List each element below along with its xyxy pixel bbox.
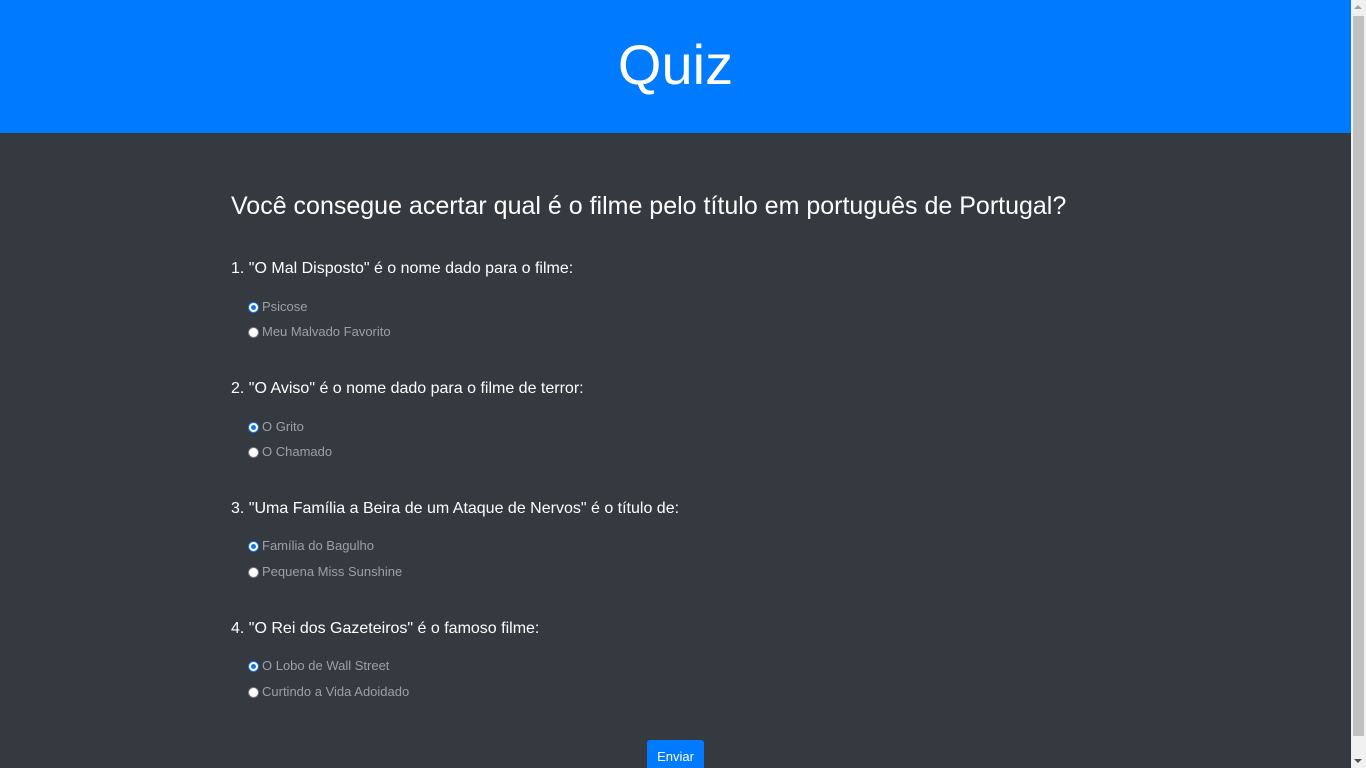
question-1-option-2[interactable]: Meu Malvado Favorito [248, 324, 391, 340]
quiz-page: Quiz Você consegue acertar qual é o film… [0, 0, 1366, 768]
radio-unchecked-icon[interactable] [248, 686, 259, 698]
option-label: Pequena Miss Sunshine [262, 564, 403, 579]
question-1: 1. "O Mal Disposto" é o nome dado para o… [231, 259, 1131, 339]
page-title: Quiz [617, 33, 734, 96]
radio-checked-icon[interactable] [248, 540, 259, 552]
option-label: Meu Malvado Favorito [262, 324, 391, 339]
question-2-option-1[interactable]: O Grito [248, 419, 304, 435]
question-2-text: 2. "O Aviso" é o nome dado para o filme … [231, 380, 584, 397]
question-1-option-1[interactable]: Psicose [248, 299, 308, 315]
question-4-option-2[interactable]: Curtindo a Vida Adoidado [248, 684, 409, 700]
question-3-text: 3. "Uma Família a Beira de um Ataque de … [231, 500, 680, 517]
question-1-text: 1. "O Mal Disposto" é o nome dado para o… [231, 260, 574, 277]
option-label: Psicose [262, 299, 308, 314]
radio-unchecked-icon[interactable] [248, 446, 259, 458]
question-3: 3. "Uma Família a Beira de um Ataque de … [231, 499, 1131, 579]
question-2: 2. "O Aviso" é o nome dado para o filme … [231, 379, 1131, 459]
question-4-text: 4. "O Rei dos Gazeteiros" é o famoso fil… [231, 620, 540, 637]
option-label: O Grito [262, 419, 304, 434]
radio-checked-icon[interactable] [248, 301, 259, 313]
question-3-option-2[interactable]: Pequena Miss Sunshine [248, 564, 402, 580]
vertical-scrollbar[interactable] [1351, 0, 1366, 768]
radio-unchecked-icon[interactable] [248, 326, 259, 338]
page-header: Quiz [0, 0, 1351, 133]
quiz-intro: Você consegue acertar qual é o filme pel… [231, 192, 1067, 220]
option-label: Família do Bagulho [262, 538, 375, 553]
scroll-down-icon[interactable] [1354, 759, 1362, 763]
submit-button[interactable]: Enviar [647, 740, 704, 768]
scrollbar-thumb[interactable] [1353, 16, 1364, 736]
option-label: O Chamado [262, 444, 333, 459]
radio-checked-icon[interactable] [248, 660, 259, 672]
question-2-option-2[interactable]: O Chamado [248, 444, 332, 460]
option-label: O Lobo de Wall Street [262, 658, 390, 673]
question-3-option-1[interactable]: Família do Bagulho [248, 538, 374, 554]
question-4: 4. "O Rei dos Gazeteiros" é o famoso fil… [231, 619, 1131, 699]
scroll-up-icon[interactable] [1354, 5, 1362, 9]
radio-checked-icon[interactable] [248, 421, 259, 433]
radio-unchecked-icon[interactable] [248, 566, 259, 578]
quiz-content: Você consegue acertar qual é o filme pel… [0, 133, 1351, 768]
option-label: Curtindo a Vida Adoidado [262, 684, 410, 699]
question-4-option-1[interactable]: O Lobo de Wall Street [248, 658, 389, 674]
